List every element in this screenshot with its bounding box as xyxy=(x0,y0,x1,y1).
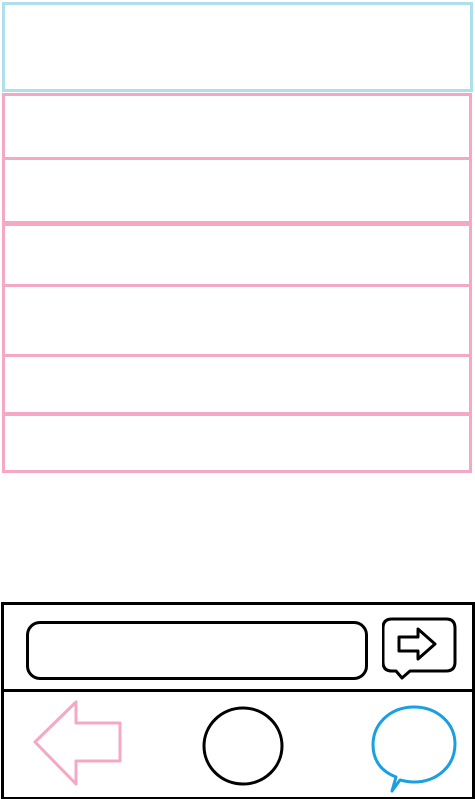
chat-button[interactable] xyxy=(370,703,458,795)
app-screen xyxy=(0,0,475,799)
list-item[interactable] xyxy=(2,413,472,473)
header-bar xyxy=(2,2,473,92)
home-circle-icon xyxy=(202,706,284,786)
back-button[interactable] xyxy=(32,700,124,790)
send-button[interactable] xyxy=(382,616,458,686)
message-input[interactable] xyxy=(26,621,368,680)
home-button[interactable] xyxy=(200,704,286,788)
chat-bubble-icon xyxy=(371,705,457,793)
list-item[interactable] xyxy=(2,354,472,415)
send-arrow-bubble-icon xyxy=(382,617,457,680)
list-item[interactable] xyxy=(2,223,472,287)
list-item[interactable] xyxy=(2,284,472,357)
list-item[interactable] xyxy=(2,93,472,160)
list-item[interactable] xyxy=(2,157,472,224)
back-arrow-icon xyxy=(33,700,122,786)
